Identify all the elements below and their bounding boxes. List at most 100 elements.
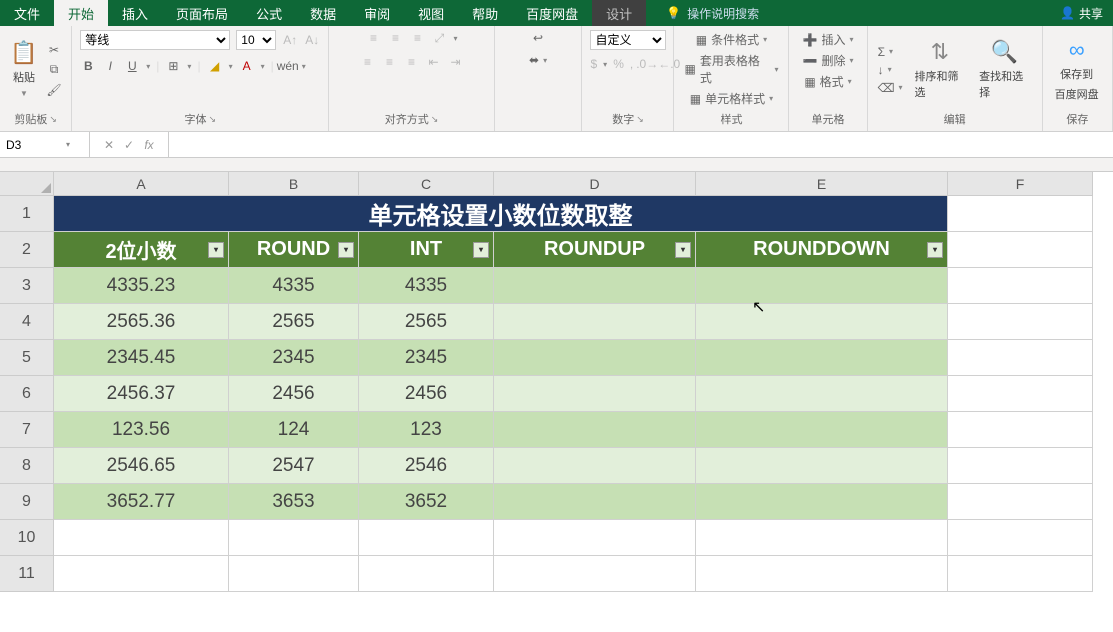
cell[interactable]: 2547 [229,448,359,484]
col-header[interactable]: F [948,172,1093,196]
cell[interactable] [494,304,696,340]
decrease-indent-button[interactable]: ⇤ [425,54,441,70]
increase-decimal-button[interactable]: .0→ [639,56,655,72]
cell[interactable] [948,484,1093,520]
cell[interactable] [696,556,948,592]
merge-button[interactable]: ⬌▾ [527,52,549,68]
cell[interactable]: 3653 [229,484,359,520]
copy-button[interactable]: ⧉ [46,62,62,78]
cell[interactable] [229,520,359,556]
chevron-down-icon[interactable]: ▾ [261,62,265,71]
align-bottom-button[interactable]: ≡ [409,30,425,46]
cell[interactable] [359,556,494,592]
cancel-formula-button[interactable]: ✕ [100,138,118,152]
cell[interactable]: 2565 [229,304,359,340]
filter-button[interactable]: ▾ [473,242,489,258]
insert-cells-button[interactable]: ➕插入▾ [801,30,856,49]
align-center-button[interactable]: ≡ [381,54,397,70]
save-baidu-button[interactable]: ∞ 保存到 百度网盘 [1051,36,1103,104]
cell[interactable] [359,520,494,556]
cell[interactable] [696,448,948,484]
table-header[interactable]: 2位小数▾ [54,232,229,268]
delete-cells-button[interactable]: ➖删除▾ [801,51,856,70]
wrap-text-button[interactable]: ↩ [531,30,545,46]
row-header[interactable]: 4 [0,304,54,340]
row-header[interactable]: 5 [0,340,54,376]
font-size-select[interactable]: 10 [236,30,276,50]
row-header[interactable]: 3 [0,268,54,304]
tab-help[interactable]: 帮助 [458,0,512,26]
cell[interactable]: 4335.23 [54,268,229,304]
tab-view[interactable]: 视图 [404,0,458,26]
cell[interactable] [948,556,1093,592]
fill-color-button[interactable]: ◢ [207,58,223,74]
font-name-select[interactable]: 等线 [80,30,230,50]
tab-data[interactable]: 数据 [296,0,350,26]
formula-input[interactable] [169,132,1113,157]
chevron-down-icon[interactable]: ▾ [603,60,607,69]
italic-button[interactable]: I [102,58,118,74]
share-button[interactable]: 👤 共享 [1050,0,1113,26]
cell[interactable]: 123.56 [54,412,229,448]
insert-function-button[interactable]: fx [140,138,158,152]
cell[interactable] [229,556,359,592]
col-header[interactable]: E [696,172,948,196]
title-cell[interactable]: 单元格设置小数位数取整 [54,196,948,232]
dialog-launcher-icon[interactable]: ↘ [49,114,57,125]
dialog-launcher-icon[interactable]: ↘ [636,114,644,125]
font-color-button[interactable]: A [239,58,255,74]
cell[interactable] [696,340,948,376]
cell[interactable]: 2456 [359,376,494,412]
col-header[interactable]: D [494,172,696,196]
table-format-button[interactable]: ▦套用表格格式▾ [682,51,780,87]
increase-indent-button[interactable]: ⇥ [447,54,463,70]
cell[interactable]: 2345 [359,340,494,376]
cell[interactable]: 123 [359,412,494,448]
cut-button[interactable]: ✂ [46,42,62,58]
cell[interactable] [948,376,1093,412]
cell[interactable] [494,340,696,376]
orientation-button[interactable]: ⤢ [431,30,447,46]
chevron-down-icon[interactable]: ▾ [146,62,150,71]
align-right-button[interactable]: ≡ [403,54,419,70]
cell[interactable] [948,448,1093,484]
conditional-format-button[interactable]: ▦条件格式▾ [694,30,769,49]
cell[interactable]: 2546 [359,448,494,484]
cell[interactable] [948,340,1093,376]
cell[interactable] [494,376,696,412]
col-header[interactable]: C [359,172,494,196]
cell[interactable]: 2565 [359,304,494,340]
row-header[interactable]: 9 [0,484,54,520]
filter-button[interactable]: ▾ [927,242,943,258]
tab-file[interactable]: 文件 [0,0,54,26]
name-box[interactable]: ▾ [0,132,90,157]
tab-formulas[interactable]: 公式 [242,0,296,26]
tab-insert[interactable]: 插入 [108,0,162,26]
decrease-font-button[interactable]: A↓ [304,32,320,48]
enter-formula-button[interactable]: ✓ [120,138,138,152]
cell[interactable] [948,304,1093,340]
row-header[interactable]: 7 [0,412,54,448]
align-left-button[interactable]: ≡ [359,54,375,70]
cell[interactable] [696,304,948,340]
select-all-corner[interactable] [0,172,54,196]
chevron-down-icon[interactable]: ▾ [302,62,306,71]
cell[interactable] [948,232,1093,268]
cell[interactable] [494,412,696,448]
chevron-down-icon[interactable]: ▾ [187,62,191,71]
tab-page-layout[interactable]: 页面布局 [162,0,242,26]
cell[interactable] [948,268,1093,304]
table-header[interactable]: INT▾ [359,232,494,268]
cell-styles-button[interactable]: ▦单元格样式▾ [688,89,775,108]
cell[interactable]: 3652.77 [54,484,229,520]
find-select-button[interactable]: 🔍 查找和选择 [975,38,1034,102]
sort-filter-button[interactable]: ⇅ 排序和筛选 [911,38,970,102]
cell[interactable]: 2345 [229,340,359,376]
cell[interactable]: 2456 [229,376,359,412]
row-header[interactable]: 10 [0,520,54,556]
fill-button[interactable]: ↓▾ [876,62,905,78]
tab-baidu[interactable]: 百度网盘 [512,0,592,26]
cell[interactable]: 4335 [229,268,359,304]
autosum-button[interactable]: Σ▾ [876,44,905,60]
dialog-launcher-icon[interactable]: ↘ [431,114,439,125]
